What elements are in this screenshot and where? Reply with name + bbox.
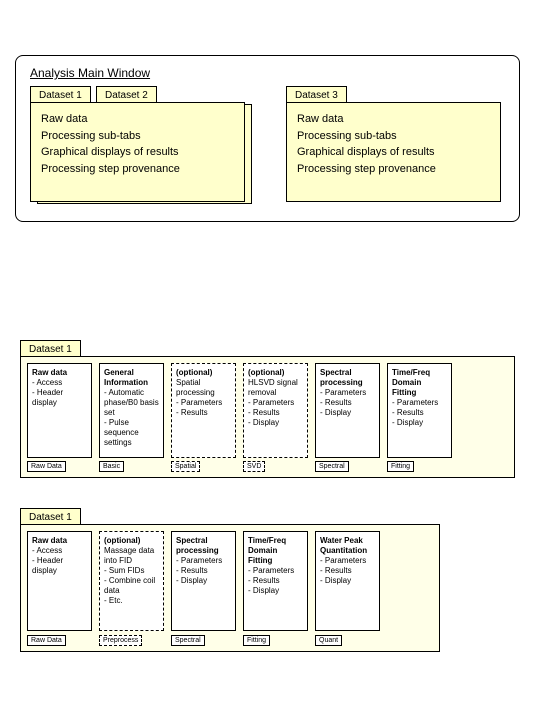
sec2-subtab-svd[interactable]: SVD (243, 461, 265, 472)
sec2-box-spectral: Spectral processing - Parameters - Resul… (315, 363, 380, 458)
box-title: Spectral processing (320, 368, 363, 387)
dataset-1-body: Raw data Processing sub-tabs Graphical d… (30, 102, 245, 202)
sec3-subtab-preprocess[interactable]: Preprocess (99, 635, 142, 646)
box-title: Raw data (32, 368, 67, 377)
sec3-subtab-rawdata[interactable]: Raw Data (27, 635, 66, 646)
sec3-subtab-quant[interactable]: Quant (315, 635, 342, 646)
sec2-box-general: General Information - Automatic phase/B0… (99, 363, 164, 458)
box-lines: - Parameters - Results - Display (176, 556, 222, 585)
sec3-tab[interactable]: Dataset 1 (20, 508, 81, 525)
box-title: (optional) (248, 368, 284, 377)
sec3-box-fitting: Time/Freq Domain Fitting - Parameters - … (243, 531, 308, 631)
box-title: Water Peak Quantitation (320, 536, 367, 555)
sec2-subtab-basic[interactable]: Basic (99, 461, 124, 472)
sec2-subtab-spatial[interactable]: Spatial (171, 461, 200, 472)
box-title: Time/Freq Domain Fitting (248, 536, 286, 565)
box-lines: - Access - Header display (32, 378, 63, 407)
box-lines: - Parameters - Results - Display (320, 388, 366, 417)
box-title: Spectral processing (176, 536, 219, 555)
sec2-box-svd: (optional) HLSVD signal removal - Parame… (243, 363, 308, 458)
sec2-subtab-rawdata[interactable]: Raw Data (27, 461, 66, 472)
sec2-body: Raw data - Access - Header display Raw D… (20, 356, 515, 478)
page-title: Analysis Main Window (30, 66, 150, 80)
box-lines: - Parameters - Results - Display (320, 556, 366, 585)
tab-dataset-3[interactable]: Dataset 3 (286, 86, 347, 103)
sec3-subtab-fitting[interactable]: Fitting (243, 635, 270, 646)
sec3-body: Raw data - Access - Header display Raw D… (20, 524, 440, 652)
sec2-tab[interactable]: Dataset 1 (20, 340, 81, 357)
box-title: Time/Freq Domain Fitting (392, 368, 430, 397)
main-window: Analysis Main Window Dataset 1 Dataset 2… (15, 55, 520, 222)
box-lines: HLSVD signal removal - Parameters - Resu… (248, 378, 298, 427)
sec3-box-quant: Water Peak Quantitation - Parameters - R… (315, 531, 380, 631)
dataset-3-body: Raw data Processing sub-tabs Graphical d… (286, 102, 501, 202)
sec2-box-rawdata: Raw data - Access - Header display (27, 363, 92, 458)
box-title: General Information (104, 368, 148, 387)
sec2-box-spatial: (optional) Spatial processing - Paramete… (171, 363, 236, 458)
box-lines: Massage data into FID - Sum FIDs - Combi… (104, 546, 155, 605)
sec3-box-preprocess: (optional) Massage data into FID - Sum F… (99, 531, 164, 631)
box-title: (optional) (104, 536, 140, 545)
sec3-box-rawdata: Raw data - Access - Header display (27, 531, 92, 631)
tab-dataset-1[interactable]: Dataset 1 (30, 86, 91, 103)
sec2-subtab-fitting[interactable]: Fitting (387, 461, 414, 472)
sec3-box-spectral: Spectral processing - Parameters - Resul… (171, 531, 236, 631)
sec2-box-fitting: Time/Freq Domain Fitting - Parameters - … (387, 363, 452, 458)
box-lines: - Parameters - Results - Display (248, 566, 294, 595)
box-lines: - Automatic phase/B0 basis set - Pulse s… (104, 388, 159, 447)
box-title: Raw data (32, 536, 67, 545)
box-lines: - Access - Header display (32, 546, 63, 575)
sec3-subtab-spectral[interactable]: Spectral (171, 635, 205, 646)
box-lines: - Parameters - Results - Display (392, 398, 438, 427)
box-title: (optional) (176, 368, 212, 377)
box-lines: Spatial processing - Parameters - Result… (176, 378, 222, 417)
sec2-subtab-spectral[interactable]: Spectral (315, 461, 349, 472)
